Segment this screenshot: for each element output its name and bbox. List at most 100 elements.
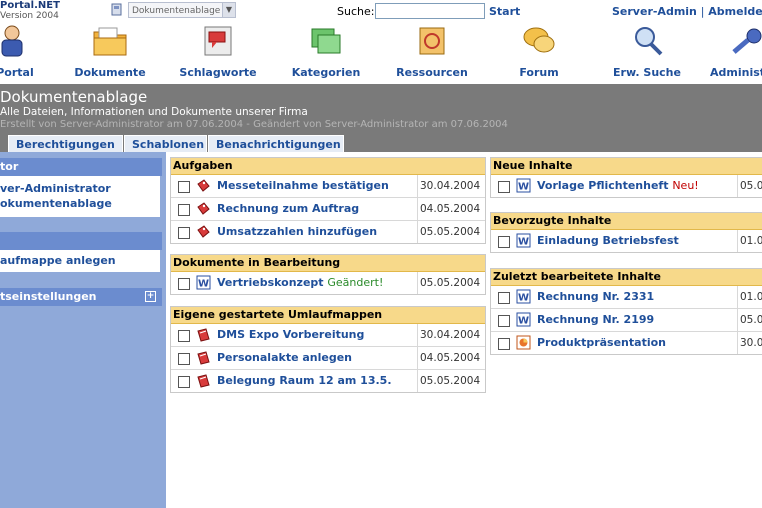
content-link-label[interactable]: Vorlage Pflichtenheft xyxy=(537,179,668,192)
content-link[interactable]: Einladung Betriebsfest xyxy=(537,234,679,247)
circulation-link[interactable]: DMS Expo Vorbereitung xyxy=(217,328,364,341)
circulation-date: 30.04.2004 xyxy=(417,324,480,346)
nav-portal-label: Portal xyxy=(0,66,34,79)
nav-erweiterte-suche[interactable]: Erw. Suche xyxy=(612,24,682,79)
content-link[interactable]: Rechnung Nr. 2199 xyxy=(537,313,654,326)
content-checkbox[interactable] xyxy=(498,315,510,327)
content-checkbox[interactable] xyxy=(498,292,510,304)
content-checkbox[interactable] xyxy=(498,236,510,248)
logout-link[interactable]: Abmelden xyxy=(708,5,762,18)
task-date: 30.04.2004 xyxy=(417,175,480,197)
search-input[interactable] xyxy=(375,3,485,19)
task-row: Messeteilnahme bestätigen 30.04.2004 xyxy=(171,175,485,198)
panel-zuletzt-bearbeitet: Zuletzt bearbeitete Inhalte W Rechnung N… xyxy=(490,268,762,355)
presentation-icon xyxy=(516,335,531,350)
content-checkbox[interactable] xyxy=(498,338,510,350)
workspace-select-value: Dokumentenablage xyxy=(132,6,221,16)
key-icon xyxy=(732,28,762,54)
circulation-link[interactable]: Belegung Raum 12 am 13.5. xyxy=(217,374,392,387)
document-checkbox[interactable] xyxy=(178,278,190,290)
panel-aufgaben: Aufgaben Messeteilnahme bestätigen 30.04… xyxy=(170,157,486,244)
nav-erweiterte-suche-label: Erw. Suche xyxy=(613,66,681,79)
nav-ressourcen-label: Ressourcen xyxy=(396,66,468,79)
sidebar-section-1-box: ver-Administrator okumentenablage xyxy=(0,176,160,217)
content-date: 01.0 xyxy=(737,230,762,252)
search-start-link[interactable]: Start xyxy=(489,5,520,18)
panel-dokumente-in-bearbeitung: Dokumente in Bearbeitung W Vertriebskonz… xyxy=(170,254,486,295)
task-tag-icon xyxy=(197,225,210,238)
nav-dokumente[interactable]: Dokumente xyxy=(74,24,146,79)
tab-benachrichtigungen[interactable]: Benachrichtigungen xyxy=(208,135,344,152)
nav-kategorien-label: Kategorien xyxy=(291,66,361,79)
content-row: W Vorlage Pflichtenheft Neu! 05.0 xyxy=(491,175,762,197)
nav-forum-label: Forum xyxy=(519,66,559,79)
categories-icon xyxy=(311,28,341,54)
circulation-row: Personalakte anlegen 04.05.2004 xyxy=(171,347,485,370)
sidebar-link-dokumentenablage[interactable]: okumentenablage xyxy=(0,197,112,210)
tab-berechtigungen[interactable]: Berechtigungen xyxy=(8,135,123,152)
tags-icon xyxy=(204,26,232,56)
brand-version: Version 2004 xyxy=(0,11,59,21)
content-date: 05.0 xyxy=(737,309,762,331)
task-date: 05.05.2004 xyxy=(417,221,480,243)
tab-schablonen[interactable]: Schablonen xyxy=(124,135,207,152)
svg-text:W: W xyxy=(518,293,529,304)
nav-portal[interactable]: Portal xyxy=(0,24,34,79)
circulation-checkbox[interactable] xyxy=(178,376,190,388)
task-link[interactable]: Umsatzzahlen hinzufügen xyxy=(217,225,377,238)
nav-administration-label: Administ xyxy=(710,66,762,79)
circulation-link[interactable]: Personalakte anlegen xyxy=(217,351,352,364)
word-document-icon: W xyxy=(516,233,531,248)
sidebar-link-server-administrator[interactable]: ver-Administrator xyxy=(0,182,111,195)
circulation-folder-icon xyxy=(197,351,210,365)
panel-bevorzugt-title: Bevorzugte Inhalte xyxy=(491,213,762,230)
task-tag-icon xyxy=(197,179,210,192)
workspace-select[interactable]: Dokumentenablage ▼ xyxy=(128,2,236,18)
nav-kategorien[interactable]: Kategorien xyxy=(288,24,364,79)
document-link-label[interactable]: Vertriebskonzept xyxy=(217,276,324,289)
task-link[interactable]: Messeteilnahme bestätigen xyxy=(217,179,389,192)
circulation-checkbox[interactable] xyxy=(178,353,190,365)
circulation-checkbox[interactable] xyxy=(178,330,190,342)
content-checkbox[interactable] xyxy=(498,181,510,193)
sidebar: tor ver-Administrator okumentenablage au… xyxy=(0,152,166,508)
nav-ressourcen[interactable]: Ressourcen xyxy=(394,24,470,79)
word-document-icon: W xyxy=(516,178,531,193)
chevron-down-icon[interactable]: ▼ xyxy=(222,3,235,17)
task-link[interactable]: Rechnung zum Auftrag xyxy=(217,202,359,215)
sidebar-section-2-box: aufmappe anlegen xyxy=(0,250,160,272)
page-description: Alle Dateien, Informationen und Dokument… xyxy=(0,106,308,118)
sidebar-section-3-header[interactable]: tseinstellungen + xyxy=(0,288,162,306)
sidebar-link-umlaufmappe-anlegen[interactable]: aufmappe anlegen xyxy=(0,254,116,267)
nav-forum[interactable]: Forum xyxy=(508,24,570,79)
task-checkbox[interactable] xyxy=(178,227,190,239)
expand-plus-icon[interactable]: + xyxy=(145,291,156,302)
task-date: 04.05.2004 xyxy=(417,198,480,220)
panel-zuletzt-title: Zuletzt bearbeitete Inhalte xyxy=(491,269,762,286)
content-date: 05.0 xyxy=(737,175,762,197)
sidebar-section-2-header xyxy=(0,232,162,250)
nav-schlagworte[interactable]: Schlagworte xyxy=(178,24,258,79)
server-admin-link[interactable]: Server-Admin xyxy=(612,5,697,18)
word-document-icon: W xyxy=(196,275,211,290)
svg-text:W: W xyxy=(518,182,529,193)
circulation-row: DMS Expo Vorbereitung 30.04.2004 xyxy=(171,324,485,347)
content-row: W Einladung Betriebsfest 01.0 xyxy=(491,230,762,252)
panel-umlaufmappen-title: Eigene gestartete Umlaufmappen xyxy=(171,307,485,324)
content-link[interactable]: Produktpräsentation xyxy=(537,336,666,349)
task-checkbox[interactable] xyxy=(178,181,190,193)
task-checkbox[interactable] xyxy=(178,204,190,216)
top-links: Server-Admin | Abmelden xyxy=(612,5,762,18)
search-label: Suche: xyxy=(337,5,375,18)
top-links-separator: | xyxy=(700,5,705,18)
panel-bevorzugte-inhalte: Bevorzugte Inhalte W Einladung Betriebsf… xyxy=(490,212,762,253)
main-nav: Portal Dokumente Schlagworte Kategorien … xyxy=(0,24,762,82)
document-date: 05.05.2004 xyxy=(417,272,480,294)
page-title: Dokumentenablage xyxy=(0,88,148,106)
document-link: Vertriebskonzept Geändert! xyxy=(217,276,383,289)
content-link[interactable]: Rechnung Nr. 2331 xyxy=(537,290,654,303)
page-meta: Erstellt von Server-Administrator am 07.… xyxy=(0,119,508,130)
word-document-icon: W xyxy=(516,312,531,327)
task-row: Umsatzzahlen hinzufügen 05.05.2004 xyxy=(171,221,485,243)
nav-administration[interactable]: Administ xyxy=(706,24,762,79)
